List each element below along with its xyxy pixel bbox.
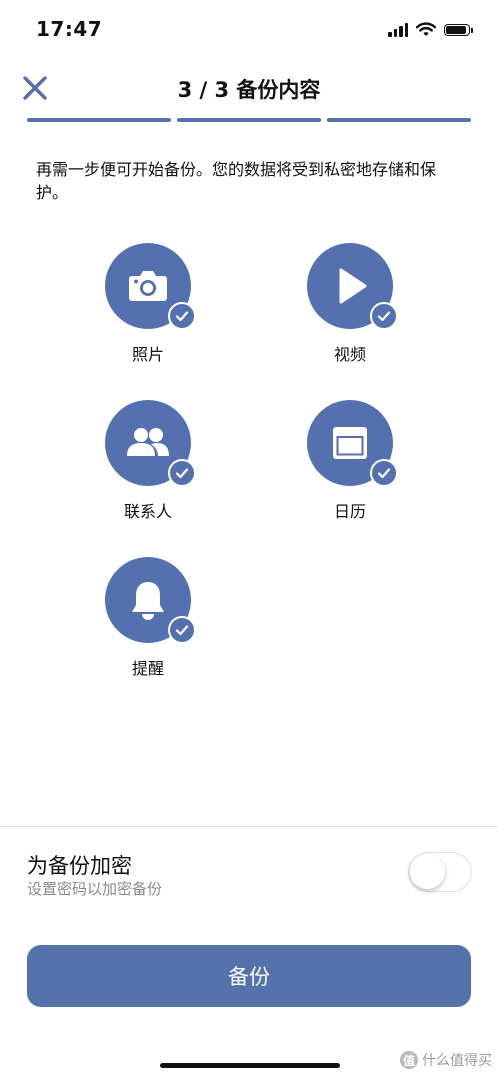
encrypt-backup-subtitle: 设置密码以加密备份 (27, 880, 163, 898)
progress-step-2 (177, 118, 321, 122)
battery-level (446, 25, 466, 34)
category-label: 照片 (131, 345, 164, 364)
status-time: 17:47 (36, 17, 103, 41)
play-icon (330, 266, 370, 306)
category-label: 日历 (333, 502, 366, 521)
category-reminders[interactable]: 提醒 (78, 557, 218, 679)
checkmark-icon (370, 459, 398, 487)
signal-icon (388, 22, 408, 37)
category-icon-circle (105, 243, 196, 330)
toggle-knob (410, 854, 445, 889)
divider (0, 826, 498, 827)
category-label: 视频 (333, 345, 366, 364)
category-label: 提醒 (131, 659, 164, 678)
checkmark-icon (168, 302, 196, 330)
home-indicator[interactable] (160, 1063, 340, 1068)
battery-icon (444, 23, 473, 36)
backup-button[interactable]: 备份 (27, 945, 471, 1007)
progress-step-1 (27, 118, 171, 122)
bell-icon (128, 579, 168, 621)
intro-text: 再需一步便可开始备份。您的数据将受到私密地存储和保护。 (36, 160, 437, 202)
checkmark-icon (370, 302, 398, 330)
category-photos[interactable]: 照片 (78, 243, 218, 365)
watermark-badge: 值 (400, 1051, 418, 1069)
encrypt-backup-toggle[interactable] (408, 852, 472, 892)
contacts-icon (125, 427, 171, 459)
category-contacts[interactable]: 联系人 (78, 400, 218, 522)
status-icons (388, 22, 473, 37)
category-icon-circle (105, 557, 196, 644)
category-videos[interactable]: 视频 (280, 243, 420, 365)
category-label: 联系人 (123, 502, 172, 521)
encrypt-backup-title: 为备份加密 (27, 854, 132, 878)
checkmark-icon (168, 616, 196, 644)
category-icon-circle (105, 400, 196, 487)
calendar-icon (330, 424, 370, 462)
checkmark-icon (168, 459, 196, 487)
wifi-icon (416, 22, 436, 36)
camera-icon (127, 269, 169, 303)
step-progress (27, 118, 471, 122)
category-calendar[interactable]: 日历 (280, 400, 420, 522)
category-icon-circle (307, 243, 398, 330)
watermark: 值 什么值得买 (400, 1050, 492, 1070)
progress-step-3 (327, 118, 471, 122)
watermark-text: 什么值得买 (422, 1053, 492, 1069)
category-icon-circle (307, 400, 398, 487)
status-bar: 17:47 (0, 0, 498, 60)
page-title: 3 / 3 备份内容 (177, 78, 321, 102)
